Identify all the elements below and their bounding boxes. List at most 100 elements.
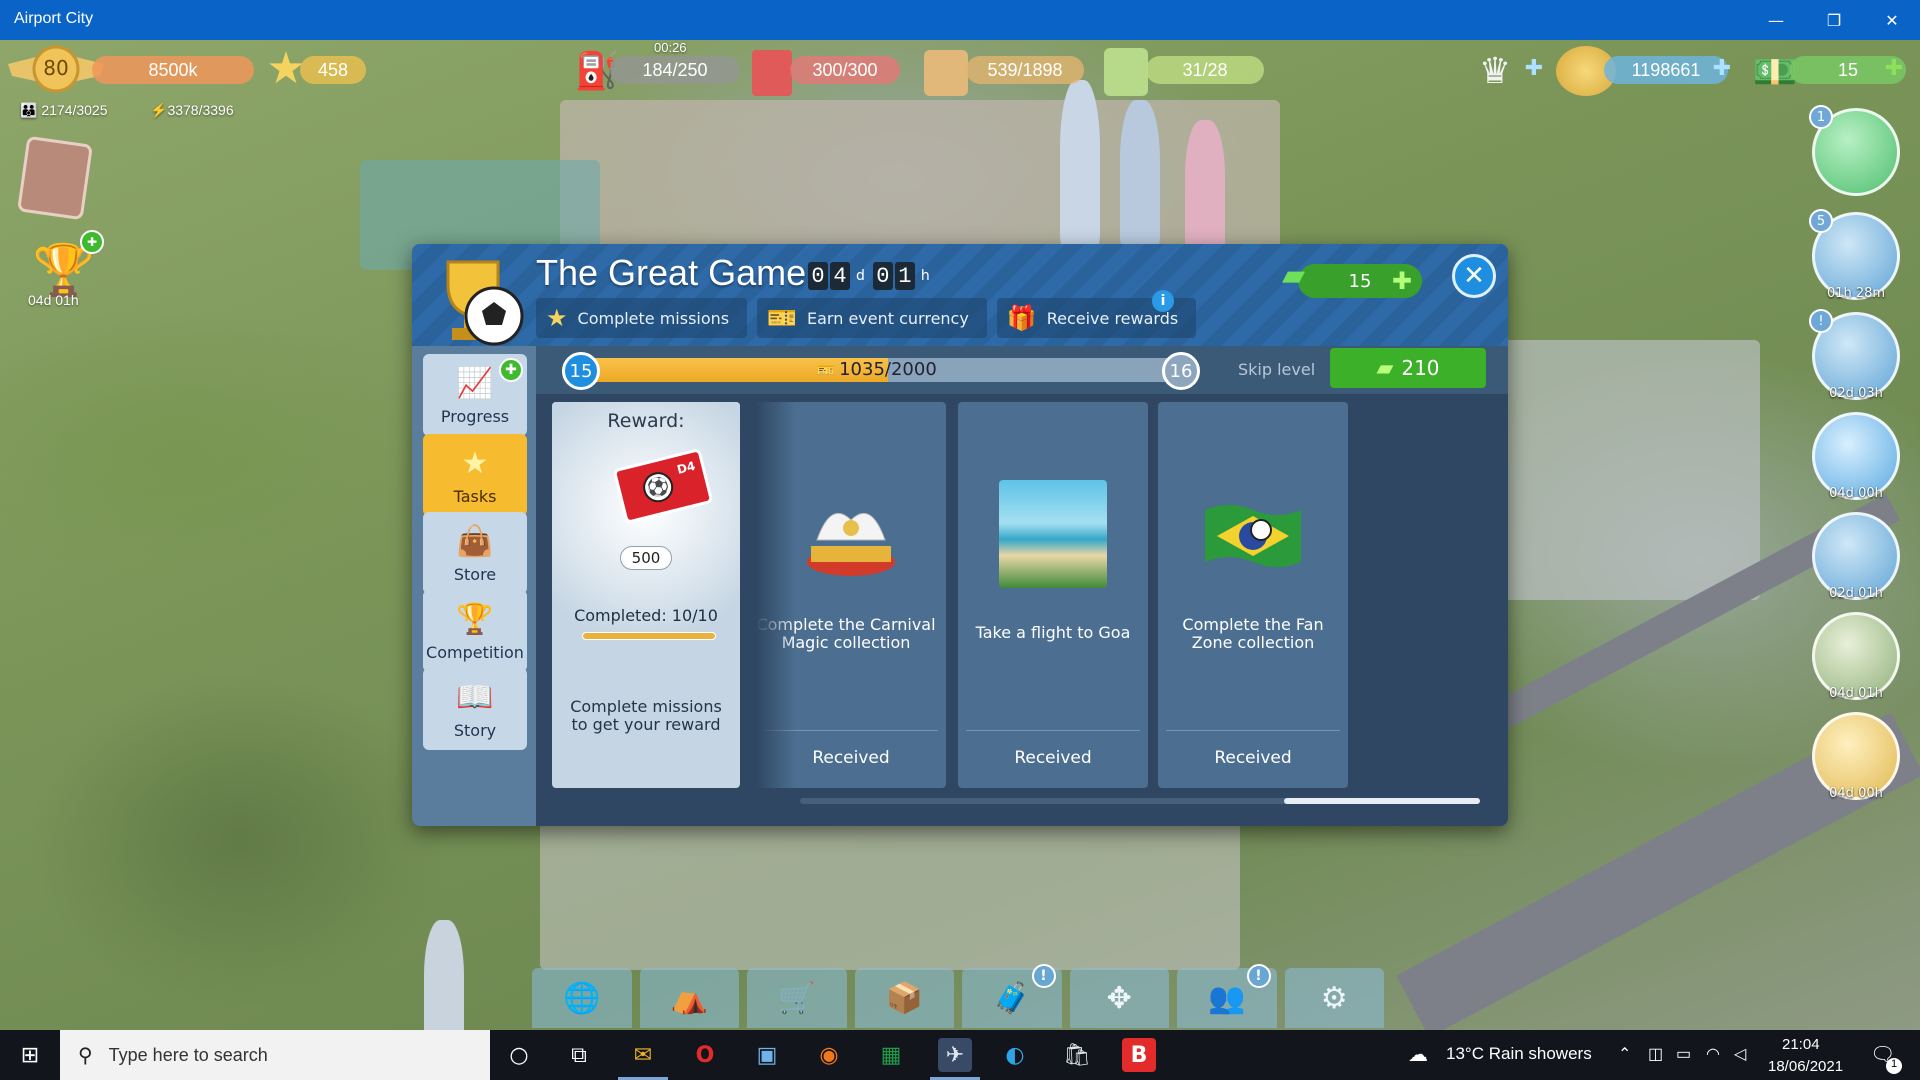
speed-gauge-button[interactable]: ! 02d 03h [1809,309,1900,401]
shop-button[interactable]: 🛒 [747,968,847,1028]
dialog-close-button[interactable]: ✕ [1452,254,1496,298]
b-app-icon[interactable]: B [1122,1038,1156,1072]
friends-button[interactable]: 👥! [1177,964,1277,1028]
dialog-title: The Great Game [536,252,807,293]
terminal-area [1500,340,1760,600]
side-badge: 1 [1809,105,1833,129]
sidebar-item-progress[interactable]: 📈 Progress ✚ [423,354,527,436]
timer-digit: 1 [894,262,915,290]
weather-text[interactable]: 13°C Rain showers [1446,1044,1592,1064]
task-card[interactable]: Complete the Carnival Magic collection R… [756,402,946,788]
stars-pill[interactable]: 458 [300,56,366,84]
fuel-pill[interactable]: 184/250 [610,56,740,84]
sidebar-item-story[interactable]: 📖 Story [423,668,527,750]
control-tower-button[interactable]: 1 [1809,105,1900,196]
event-dialog: The Great Game 0 4 d 0 1 h ★ Complete mi… [412,244,1508,826]
notification-count: 1 [1886,1058,1902,1074]
task-status: Received [1014,748,1092,768]
settings-button[interactable]: ⚙ [1284,968,1384,1028]
cargo-pill[interactable]: 300/300 [790,56,900,84]
camera-icon[interactable]: ◫ [1648,1044,1663,1064]
airport-city-taskbar-icon[interactable]: ✈ [938,1038,972,1072]
hangar-button[interactable]: ⛺ [639,968,739,1028]
volume-icon[interactable]: ◁ [1734,1044,1746,1064]
mail-icon[interactable]: ✉ [626,1038,660,1072]
reward-label: Reward: [607,410,685,432]
info-icon[interactable]: i [1152,290,1174,312]
sidebar-item-label: Story [453,721,497,740]
friends-icon: 👥 [1208,980,1246,1016]
maximize-button[interactable]: ❐ [1806,0,1862,40]
tower-building [1120,100,1160,250]
energy-readout: ⚡3378/3396 [150,102,234,118]
people-icon: 👪 [20,102,42,118]
crown-icon[interactable]: ♛ [1470,46,1520,96]
spreadsheet-icon[interactable]: ▦ [874,1038,908,1072]
store-bag-icon[interactable]: 🛍 [1060,1038,1094,1072]
journal-icon[interactable] [17,135,93,221]
level-progress-bar: 🎫 1035/2000 [572,358,1182,382]
bills-icon: ▰ [1282,258,1306,293]
plus-icon[interactable]: ✚ [1392,267,1412,295]
skip-level-button[interactable]: ▰ 210 [1330,348,1486,388]
passengers-pill[interactable]: 539/1898 [966,56,1084,84]
dialog-currency-value: 15 [1348,270,1372,292]
clock-time[interactable]: 21:04 [1782,1036,1820,1053]
crown-plus-icon[interactable]: ✚ [1520,54,1548,82]
task-card[interactable]: Complete the Fan Zone collection Receive… [1158,402,1348,788]
task-card[interactable]: Take a flight to Goa Received [958,402,1148,788]
window-title: Airport City [14,10,94,27]
upgrade-arrow-button[interactable]: 04d 00h [1812,412,1900,501]
suitcase-icon: 🧳 [993,980,1031,1016]
timer-digit: 4 [830,262,850,290]
cart-icon: 🛒 [778,980,816,1016]
completed-progress-bar [582,632,716,640]
taskbar-search[interactable]: ⚲ Type here to search [60,1030,490,1080]
task-divider [966,730,1140,731]
start-button[interactable]: ⊞ [0,1030,60,1080]
edge-icon[interactable]: ◐ [998,1038,1032,1072]
bills-plus-icon[interactable]: ✚ [1880,54,1908,82]
horizontal-scrollbar[interactable] [800,798,1480,804]
goa-beach-image [999,480,1107,588]
app-window-icon[interactable]: ▣ [750,1038,784,1072]
timer-digit: 0 [872,262,893,290]
level-badge[interactable]: 80 [6,42,106,96]
staff-pill[interactable]: 31/28 [1146,56,1264,84]
firefox-icon[interactable]: ◉ [812,1038,846,1072]
close-window-button[interactable]: ✕ [1864,0,1920,40]
minimize-button[interactable]: — [1748,0,1804,40]
ticket-button[interactable]: 04d 00h [1812,712,1900,801]
task-view-icon[interactable]: ⧉ [562,1038,596,1072]
book-icon: 📖 [456,680,494,715]
move-button[interactable]: ✥ [1069,968,1169,1028]
scrollbar-thumb[interactable] [1284,798,1480,804]
opera-icon[interactable]: O [688,1038,722,1072]
money-pill[interactable]: 8500k [92,56,254,84]
world-map-button[interactable]: 🌐 [532,968,632,1028]
sidebar-item-tasks[interactable]: ★ Tasks [423,434,527,516]
clock-date[interactable]: 18/06/2021 [1768,1058,1843,1075]
house-button[interactable]: 04d 01h [1812,612,1900,701]
energy-icon: ⚡ [150,102,168,118]
step-label: Earn event currency [807,308,969,328]
coins-plus-icon[interactable]: ✚ [1708,54,1736,82]
hangar-icon: ⛺ [670,980,708,1016]
building-button[interactable]: 02d 01h [1812,512,1900,601]
step-earn-currency: 🎫 Earn event currency [757,298,987,338]
sidebar-item-store[interactable]: 👜 Store [423,512,527,594]
sidebar-item-label: Tasks [453,487,497,506]
battery-icon[interactable]: ▭ [1676,1044,1691,1064]
cargo-button[interactable]: 🧳! [962,964,1062,1028]
warehouse-button[interactable]: 📦 [854,968,954,1028]
radar-button[interactable]: 5 01h 28m [1809,209,1900,301]
chevron-up-icon[interactable]: ⌃ [1618,1044,1631,1064]
tasks-content: Reward: ⚽ D4 500 Completed: 10/10 Comple… [536,394,1508,826]
dialog-currency-pill[interactable]: ▰ 15 ✚ [1282,258,1422,298]
windows-logo-icon: ⊞ [20,1042,40,1068]
sidebar-item-competition[interactable]: 🏆 Competition [423,590,527,672]
weather-icon[interactable]: ☁ [1408,1042,1428,1067]
task-status: Received [1214,748,1292,768]
wifi-icon[interactable]: ◠ [1706,1044,1720,1064]
cortana-icon[interactable]: ○ [502,1038,536,1072]
